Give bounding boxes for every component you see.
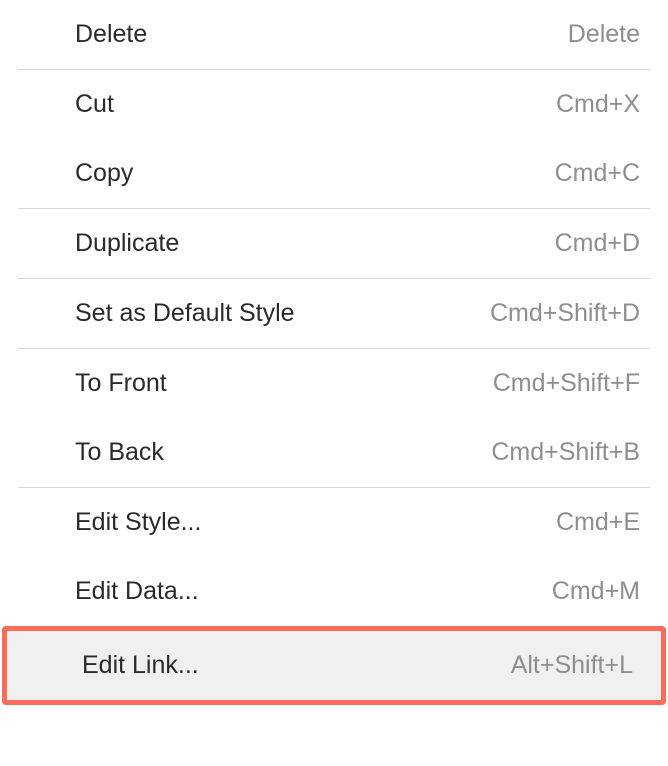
menu-item-label: To Back <box>75 438 164 467</box>
menu-item-shortcut: Alt+Shift+L <box>511 651 633 680</box>
menu-item-edit-style[interactable]: Edit Style... Cmd+E <box>0 488 668 557</box>
menu-item-edit-data[interactable]: Edit Data... Cmd+M <box>0 557 668 626</box>
menu-item-label: Set as Default Style <box>75 299 295 328</box>
context-menu: Delete Delete Cut Cmd+X Copy Cmd+C Dupli… <box>0 0 668 705</box>
menu-item-shortcut: Cmd+X <box>556 90 640 119</box>
menu-item-label: Delete <box>75 20 147 49</box>
menu-item-shortcut: Cmd+Shift+F <box>493 369 640 398</box>
menu-item-delete[interactable]: Delete Delete <box>0 0 668 69</box>
menu-item-edit-link[interactable]: Edit Link... Alt+Shift+L <box>7 631 661 700</box>
menu-item-cut[interactable]: Cut Cmd+X <box>0 70 668 139</box>
menu-item-copy[interactable]: Copy Cmd+C <box>0 139 668 208</box>
menu-item-label: Duplicate <box>75 229 179 258</box>
menu-item-label: Copy <box>75 159 133 188</box>
menu-item-label: To Front <box>75 369 167 398</box>
menu-item-label: Edit Link... <box>82 651 199 680</box>
menu-item-shortcut: Cmd+C <box>555 159 640 188</box>
highlight-annotation: Edit Link... Alt+Shift+L <box>2 626 666 705</box>
menu-item-shortcut: Delete <box>568 20 640 49</box>
menu-item-shortcut: Cmd+Shift+B <box>491 438 640 467</box>
menu-item-shortcut: Cmd+M <box>552 577 640 606</box>
menu-item-duplicate[interactable]: Duplicate Cmd+D <box>0 209 668 278</box>
menu-item-to-front[interactable]: To Front Cmd+Shift+F <box>0 349 668 418</box>
menu-item-shortcut: Cmd+D <box>555 229 640 258</box>
menu-item-shortcut: Cmd+E <box>556 508 640 537</box>
menu-item-shortcut: Cmd+Shift+D <box>490 299 640 328</box>
menu-item-label: Edit Style... <box>75 508 201 537</box>
menu-item-label: Cut <box>75 90 114 119</box>
menu-item-label: Edit Data... <box>75 577 199 606</box>
menu-item-to-back[interactable]: To Back Cmd+Shift+B <box>0 418 668 487</box>
menu-item-set-default-style[interactable]: Set as Default Style Cmd+Shift+D <box>0 279 668 348</box>
